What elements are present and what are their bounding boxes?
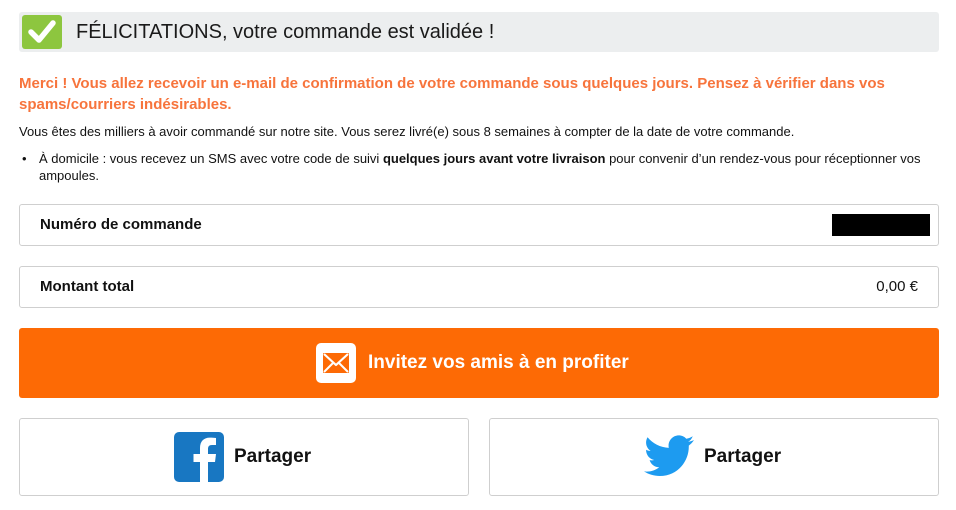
invite-friends-button[interactable]: Invitez vos amis à en profiter [19,328,939,398]
facebook-share-button[interactable]: Partager [19,418,469,496]
delivery-text-bold: quelques jours avant votre livraison [382,151,606,166]
home-delivery-bullet: • À domicile : vous recevez un SMS avec … [22,150,927,184]
total-amount-value: 0,00 € [876,278,918,295]
total-amount-label: Montant total [40,278,135,295]
success-title: FÉLICITATIONS, votre commande est validé… [76,21,495,43]
twitter-share-label: Partager [704,446,782,467]
order-number-label: Numéro de commande [40,216,202,233]
delivery-info-text: Vous êtes des milliers à avoir commandé … [19,124,795,139]
order-confirmation-page: FÉLICITATIONS, votre commande est validé… [0,0,956,510]
check-icon [22,15,62,49]
redacted-order-number [832,214,930,236]
success-banner: FÉLICITATIONS, votre commande est validé… [19,12,939,52]
order-number-row: Numéro de commande [19,204,939,246]
invite-friends-label: Invitez vos amis à en profiter [368,352,629,373]
mail-icon [316,343,356,383]
twitter-icon [644,435,694,476]
delivery-text-prefix: À domicile : vous recevez un SMS avec vo… [39,151,383,166]
facebook-icon [174,432,224,482]
bullet-icon: • [22,151,27,166]
twitter-share-button[interactable]: Partager [489,418,939,496]
total-amount-row: Montant total 0,00 € [19,266,939,308]
facebook-share-label: Partager [234,446,312,467]
confirmation-email-notice: Merci ! Vous allez recevoir un e-mail de… [19,75,885,113]
